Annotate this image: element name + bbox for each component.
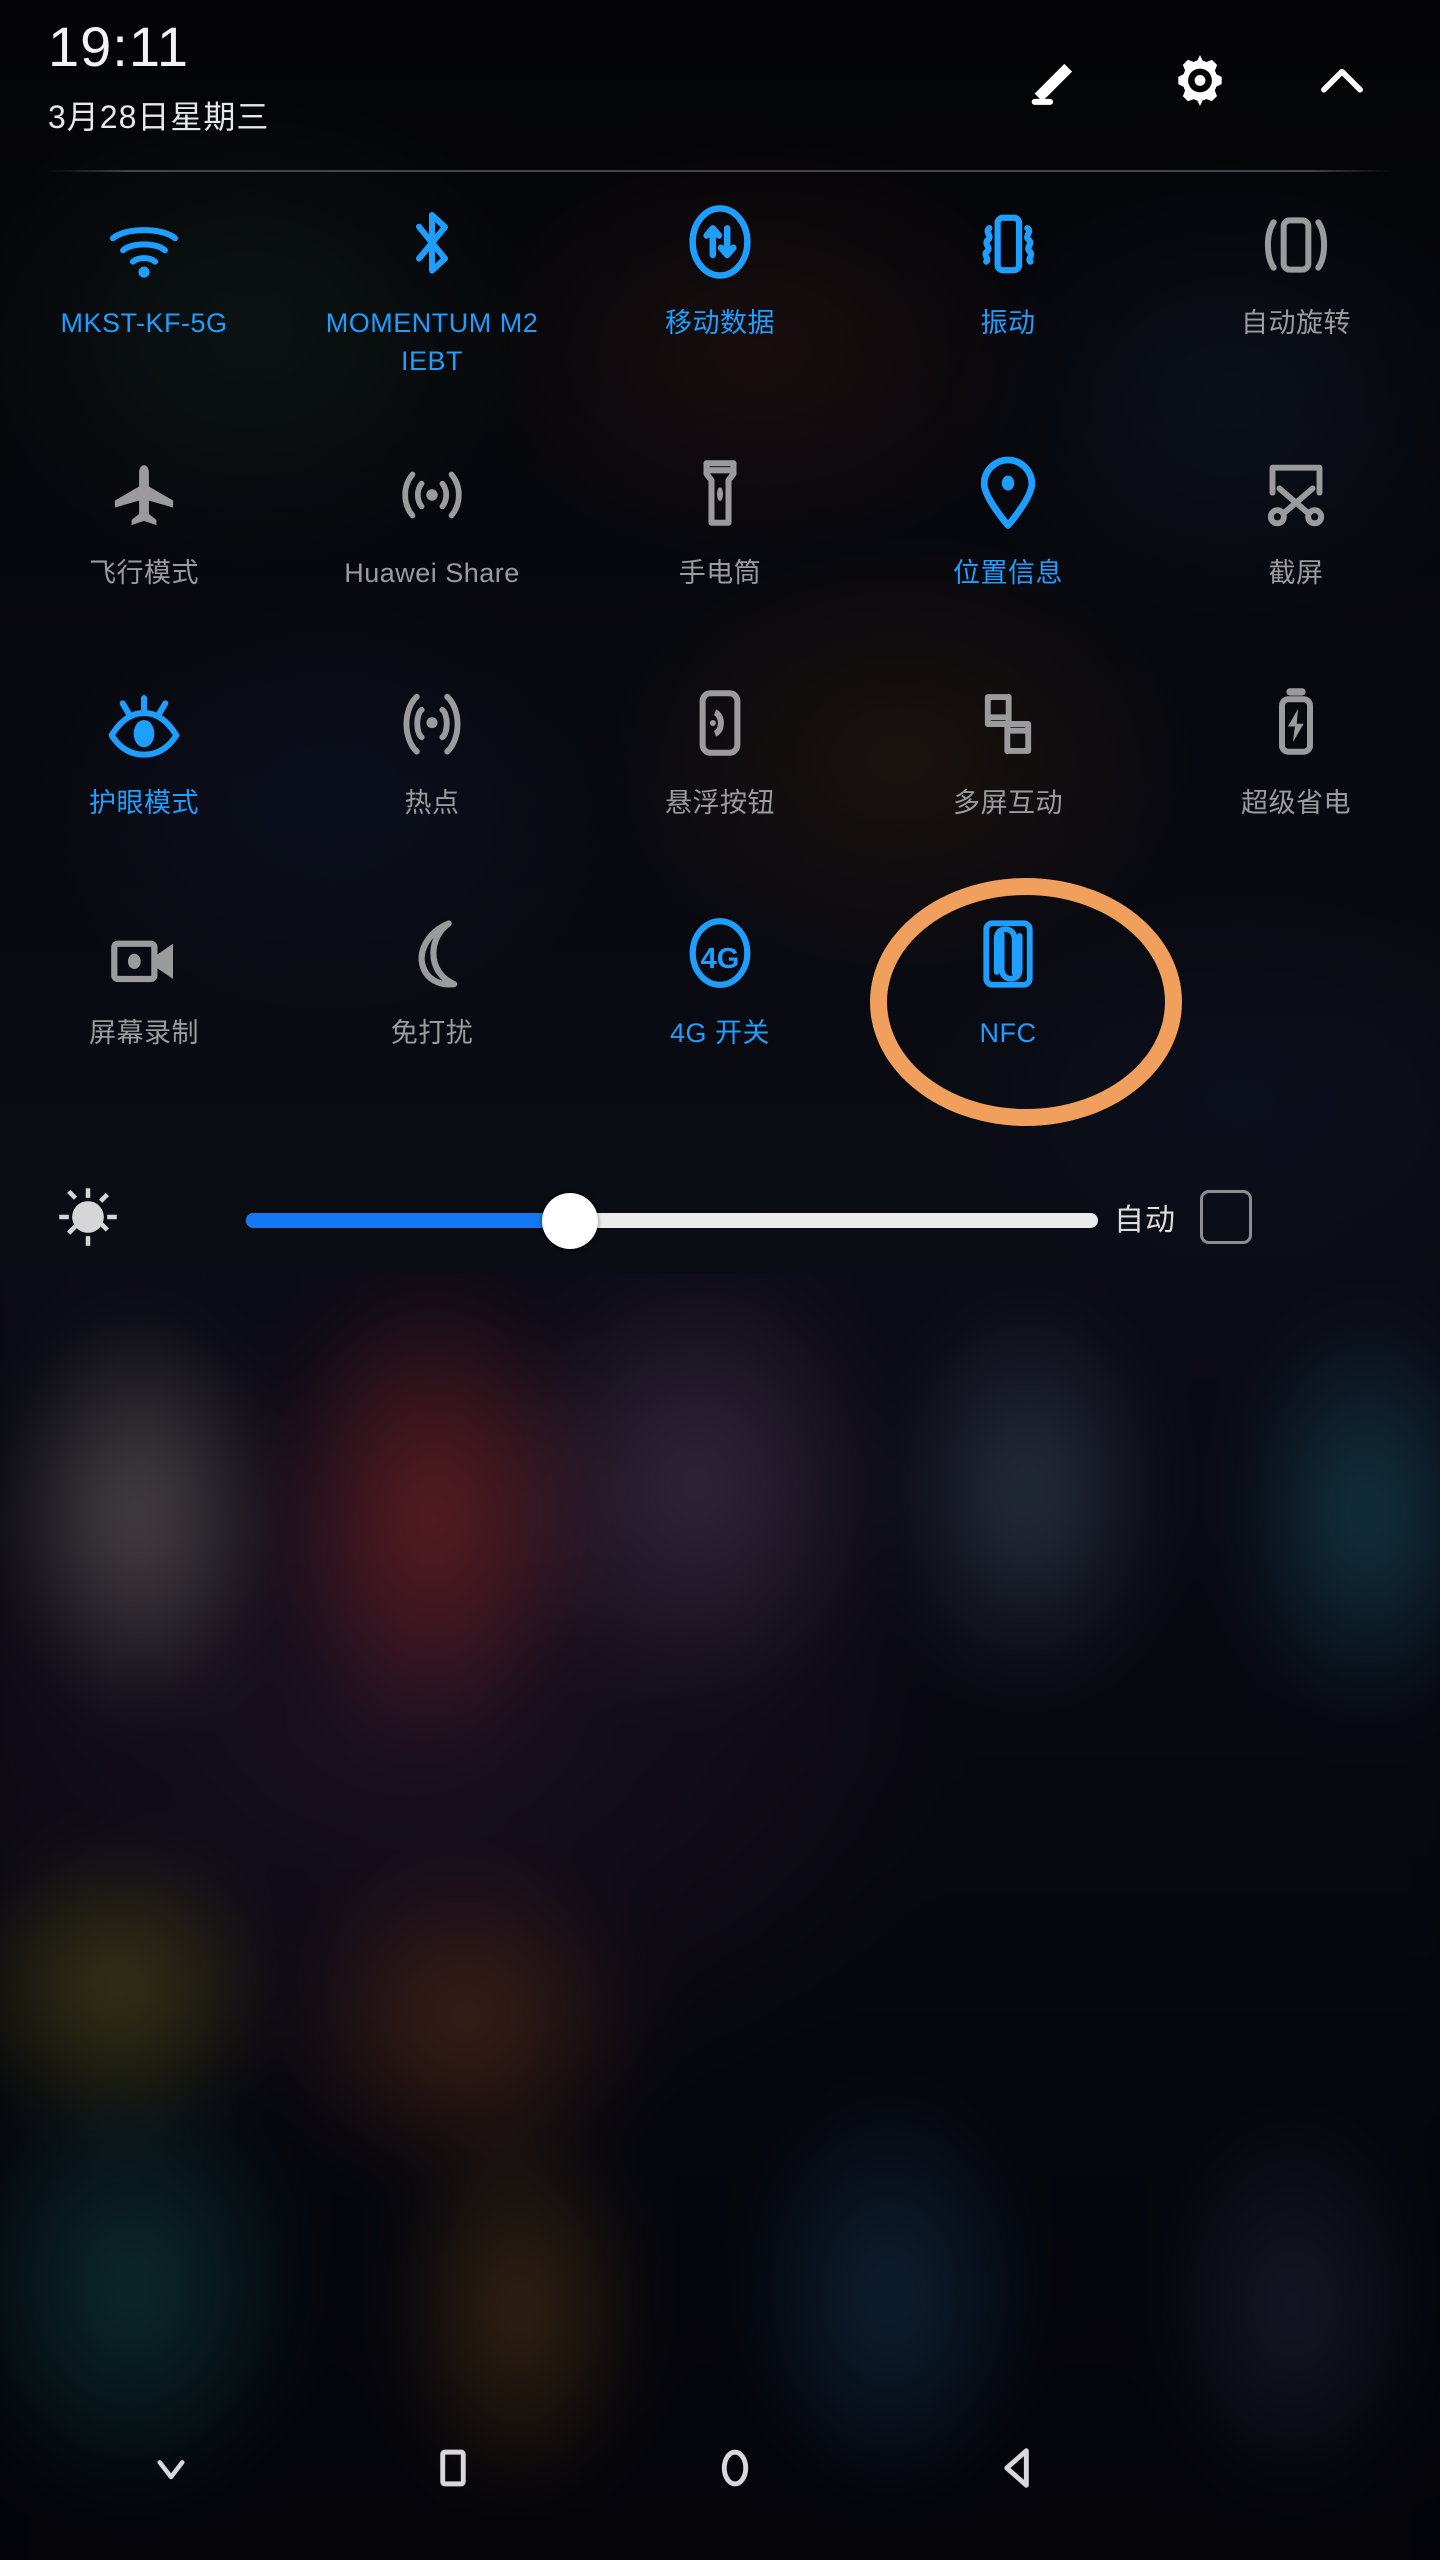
ultra-power-saving-icon xyxy=(1268,676,1324,762)
toggle-screen-record[interactable]: 屏幕录制 xyxy=(0,906,288,1136)
slider-thumb[interactable] xyxy=(541,1193,598,1249)
triangle-left-icon xyxy=(989,2440,1045,2501)
toggle-huawei-share[interactable]: Huawei Share xyxy=(288,446,576,676)
gear-icon[interactable] xyxy=(1158,40,1242,124)
toggle-vibrate[interactable]: 振动 xyxy=(864,196,1152,446)
eye-comfort-icon xyxy=(104,676,184,762)
toggle-bluetooth[interactable]: MOMENTUM M2 IEBT xyxy=(288,196,576,446)
toggle-row: 屏幕录制 免打扰 4G 4G 开关 NFC xyxy=(0,906,1440,1136)
4g-toggle-icon: 4G xyxy=(682,906,758,992)
status-clock: 19:11 xyxy=(48,15,189,78)
system-navigation-bar xyxy=(0,2380,1440,2560)
toggle-screenshot[interactable]: 截屏 xyxy=(1152,446,1440,676)
auto-brightness-checkbox[interactable] xyxy=(1200,1190,1252,1244)
toggle-floating-button[interactable]: 悬浮按钮 xyxy=(576,676,864,906)
header-divider xyxy=(48,170,1392,172)
toggle-mobile-data[interactable]: 移动数据 xyxy=(576,196,864,446)
toggle-empty-slot xyxy=(1152,906,1440,1136)
flashlight-icon xyxy=(690,446,750,532)
toggle-label: 悬浮按钮 xyxy=(665,788,775,818)
toggle-location[interactable]: 位置信息 xyxy=(864,446,1152,676)
toggle-label: 振动 xyxy=(980,308,1036,338)
mobile-data-icon xyxy=(684,196,756,282)
auto-brightness-label: 自动 xyxy=(1114,1204,1176,1237)
toggle-grid: MKST-KF-5G MOMENTUM M2 IEBT 移动数据 振动 自动旋转… xyxy=(0,196,1440,1136)
toggle-auto-rotate[interactable]: 自动旋转 xyxy=(1152,196,1440,446)
toggle-label: 多屏互动 xyxy=(953,788,1063,818)
square-icon xyxy=(425,2440,481,2501)
brightness-slider[interactable] xyxy=(176,1187,1100,1249)
screenshot-scissors-icon xyxy=(1258,446,1334,532)
toggle-airplane-mode[interactable]: 飞行模式 xyxy=(0,446,288,676)
toggle-4g-switch[interactable]: 4G 4G 开关 xyxy=(576,906,864,1136)
nav-recents-button[interactable] xyxy=(312,2440,594,2501)
huawei-share-icon xyxy=(394,446,470,532)
toggle-label: Huawei Share xyxy=(344,558,520,588)
toggle-label: 4G 开关 xyxy=(669,1018,771,1048)
wifi-icon xyxy=(106,196,182,282)
status-date: 3月28日星期三 xyxy=(48,99,270,135)
toggle-row: 飞行模式 Huawei Share 手电筒 位置信息 截屏 xyxy=(0,446,1440,676)
nav-home-button[interactable] xyxy=(594,2440,876,2501)
toggle-row: MKST-KF-5G MOMENTUM M2 IEBT 移动数据 振动 自动旋转 xyxy=(0,196,1440,446)
toggle-label: NFC xyxy=(979,1018,1037,1048)
hotspot-icon xyxy=(394,676,470,762)
toggle-nfc[interactable]: NFC xyxy=(864,906,1152,1136)
toggle-label: 免打扰 xyxy=(390,1018,474,1048)
phone-screen: 19:11 3月28日星期三 MKST-KF-5G MOMENTUM M2 IE… xyxy=(0,0,1440,2560)
nav-back-button[interactable] xyxy=(876,2440,1158,2501)
toggle-eye-comfort[interactable]: 护眼模式 xyxy=(0,676,288,906)
screen-record-icon xyxy=(106,906,182,992)
multi-screen-icon xyxy=(971,676,1045,762)
pencil-edit-icon[interactable] xyxy=(1012,40,1096,124)
toggle-label: 热点 xyxy=(404,788,460,818)
toggle-label: 位置信息 xyxy=(953,558,1063,588)
toggle-multi-screen[interactable]: 多屏互动 xyxy=(864,676,1152,906)
toggle-label: 护眼模式 xyxy=(89,788,199,818)
toggle-label: 飞行模式 xyxy=(89,558,199,588)
svg-text:4G: 4G xyxy=(701,943,740,975)
quick-settings-panel: 19:11 3月28日星期三 MKST-KF-5G MOMENTUM M2 IE… xyxy=(0,0,1440,1273)
nav-collapse-button[interactable] xyxy=(30,2441,312,2500)
toggle-label: 移动数据 xyxy=(665,308,775,338)
chevron-up-icon[interactable] xyxy=(1300,40,1384,124)
toggle-label: 超级省电 xyxy=(1241,788,1351,818)
toggle-row: 护眼模式 热点 悬浮按钮 多屏互动 超级省电 xyxy=(0,676,1440,906)
brightness-sun-icon xyxy=(0,1184,176,1250)
brightness-row: 自动 xyxy=(0,1160,1440,1274)
toggle-hotspot[interactable]: 热点 xyxy=(288,676,576,906)
toggle-label: 自动旋转 xyxy=(1241,308,1351,338)
panel-header: 19:11 3月28日星期三 xyxy=(0,0,1440,172)
toggle-ultra-power-saving[interactable]: 超级省电 xyxy=(1152,676,1440,906)
toggle-label: MOMENTUM M2 IEBT xyxy=(325,308,539,377)
auto-rotate-icon xyxy=(1256,196,1336,282)
toggle-label: MKST-KF-5G xyxy=(60,308,228,338)
location-pin-icon xyxy=(976,446,1040,532)
nfc-icon xyxy=(978,906,1038,992)
circle-icon xyxy=(707,2440,763,2501)
airplane-icon xyxy=(106,446,182,532)
toggle-flashlight[interactable]: 手电筒 xyxy=(576,446,864,676)
toggle-label: 手电筒 xyxy=(678,558,762,588)
toggle-label: 截屏 xyxy=(1268,558,1324,588)
slider-fill xyxy=(246,1213,570,1228)
vibrate-icon xyxy=(970,196,1046,282)
chevron-down-icon xyxy=(144,2441,198,2500)
toggle-do-not-disturb[interactable]: 免打扰 xyxy=(288,906,576,1136)
do-not-disturb-moon-icon xyxy=(397,906,467,992)
toggle-label: 屏幕录制 xyxy=(89,1018,199,1048)
bluetooth-icon xyxy=(402,196,462,282)
toggle-wifi[interactable]: MKST-KF-5G xyxy=(0,196,288,446)
floating-button-icon xyxy=(690,676,750,762)
